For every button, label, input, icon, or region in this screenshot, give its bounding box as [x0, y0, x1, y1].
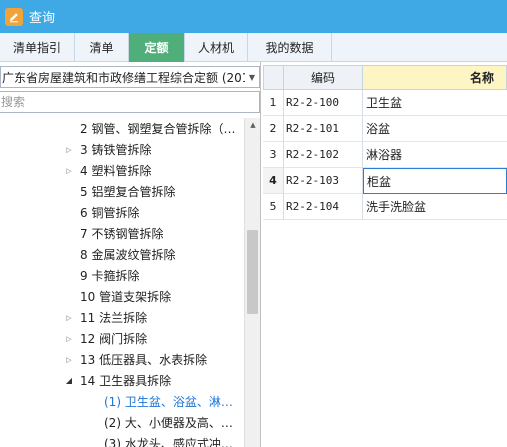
scroll-up-icon[interactable]: ▲ [245, 118, 261, 132]
cell-name[interactable]: 洗手洗脸盆 [363, 194, 507, 220]
tree-item[interactable]: 2 钢管、钢塑复合管拆除（… [0, 118, 244, 139]
table-row-current[interactable]: 4 R2-2-103 柜盆 [263, 168, 507, 194]
tree-scrollbar[interactable]: ▲ [244, 118, 260, 447]
tree-item[interactable]: 10 管道支架拆除 [0, 286, 244, 307]
tab-labor-material-machine[interactable]: 人材机 [185, 33, 248, 62]
scrollbar-thumb[interactable] [247, 230, 258, 314]
cell-name[interactable]: 卫生盆 [363, 90, 507, 116]
expand-arrow-icon[interactable]: ▷ [64, 307, 74, 328]
chapter-tree: 2 钢管、钢塑复合管拆除（… ▷ 3 铸铁管拆除 ▷ 4 塑料管拆除 5 铝塑复… [0, 118, 244, 447]
expand-arrow-icon[interactable]: ▷ [64, 349, 74, 370]
row-number[interactable]: 4 [263, 168, 284, 194]
table-row[interactable]: 3 R2-2-102 淋浴器 [263, 142, 507, 168]
tree-item-label: 8 金属波纹管拆除 [80, 248, 176, 262]
tree-item[interactable]: ▷ 3 铸铁管拆除 [0, 139, 244, 160]
tree-item[interactable]: (2) 大、小便器及高、… [0, 412, 244, 433]
cell-code[interactable]: R2-2-104 [284, 194, 363, 220]
tree-item[interactable]: ▷ 11 法兰拆除 [0, 307, 244, 328]
tree-item[interactable]: ▷ 4 塑料管拆除 [0, 160, 244, 181]
tree-item[interactable]: 6 铜管拆除 [0, 202, 244, 223]
tree-item-label: 7 不锈钢管拆除 [80, 227, 164, 241]
tree-item[interactable]: ▷ 12 阀门拆除 [0, 328, 244, 349]
tree-item-label: 12 阀门拆除 [80, 332, 148, 346]
cell-name-editing[interactable]: 柜盆 [363, 168, 507, 194]
tab-quota[interactable]: 定额 [129, 33, 185, 62]
tree-item-label: 14 卫生器具拆除 [80, 374, 172, 388]
cell-name[interactable]: 浴盆 [363, 116, 507, 142]
tree-item-label: 13 低压器具、水表拆除 [80, 353, 208, 367]
search-input[interactable] [0, 91, 260, 113]
tree-item-label: 6 铜管拆除 [80, 206, 140, 220]
quota-library-select[interactable]: 广东省房屋建筑和市政修缮工程综合定额 (201 ▼ [0, 66, 260, 88]
tree-item-selected[interactable]: (1) 卫生盆、浴盆、淋… [0, 391, 244, 412]
expand-arrow-icon[interactable]: ▷ [64, 328, 74, 349]
tree-item-label: 2 钢管、钢塑复合管拆除（… [80, 122, 236, 136]
tree-item-label: 5 铝塑复合管拆除 [80, 185, 176, 199]
tree-item-label: 4 塑料管拆除 [80, 164, 152, 178]
tab-bar: 清单指引 清单 定额 人材机 我的数据 [0, 33, 507, 62]
cell-code[interactable]: R2-2-100 [284, 90, 363, 116]
tree-item-label: 3 铸铁管拆除 [80, 143, 152, 157]
collapse-arrow-icon[interactable]: ◢ [64, 370, 74, 391]
column-header-code[interactable]: 编码 [284, 65, 363, 90]
tree-item-label: 10 管道支架拆除 [80, 290, 172, 304]
title-bar: 查询 [0, 0, 507, 33]
grid-corner-cell[interactable] [263, 65, 284, 90]
tree-item-label: (1) 卫生盆、浴盆、淋… [104, 395, 233, 409]
tree-item[interactable]: ◢ 14 卫生器具拆除 [0, 370, 244, 391]
tree-item[interactable]: 5 铝塑复合管拆除 [0, 181, 244, 202]
tab-my-data[interactable]: 我的数据 [248, 33, 332, 62]
row-number[interactable]: 3 [263, 142, 284, 168]
tree-item-label: (2) 大、小便器及高、… [104, 416, 233, 430]
expand-arrow-icon[interactable]: ▷ [64, 160, 74, 181]
tree-item[interactable]: 9 卡箍拆除 [0, 265, 244, 286]
tree-item[interactable]: (3) 水龙头、感应式冲… [0, 433, 244, 447]
quota-grid: 编码 名称 1 R2-2-100 卫生盆 2 R2-2-101 浴盆 3 R2-… [263, 62, 507, 447]
tree-item-label: (3) 水龙头、感应式冲… [104, 437, 233, 447]
table-row[interactable]: 5 R2-2-104 洗手洗脸盆 [263, 194, 507, 220]
cell-name[interactable]: 淋浴器 [363, 142, 507, 168]
row-number[interactable]: 2 [263, 116, 284, 142]
window-title: 查询 [29, 11, 56, 26]
table-row[interactable]: 2 R2-2-101 浴盆 [263, 116, 507, 142]
cell-code[interactable]: R2-2-101 [284, 116, 363, 142]
tree-item[interactable]: ▷ 13 低压器具、水表拆除 [0, 349, 244, 370]
tree-item-label: 11 法兰拆除 [80, 311, 148, 325]
left-panel: 广东省房屋建筑和市政修缮工程综合定额 (201 ▼ 2 钢管、钢塑复合管拆除（…… [0, 62, 261, 447]
grid-header: 编码 名称 [263, 65, 507, 90]
edit-icon [5, 7, 23, 26]
tab-bill[interactable]: 清单 [75, 33, 129, 62]
tab-list-guide[interactable]: 清单指引 [0, 33, 75, 62]
cell-code[interactable]: R2-2-102 [284, 142, 363, 168]
tree-item[interactable]: 7 不锈钢管拆除 [0, 223, 244, 244]
column-header-name[interactable]: 名称 [363, 65, 507, 90]
tree-item[interactable]: 8 金属波纹管拆除 [0, 244, 244, 265]
chevron-down-icon[interactable]: ▼ [245, 73, 259, 82]
expand-arrow-icon[interactable]: ▷ [64, 139, 74, 160]
quota-library-value: 广东省房屋建筑和市政修缮工程综合定额 (201 [2, 70, 245, 85]
row-number[interactable]: 5 [263, 194, 284, 220]
tree-item-label: 9 卡箍拆除 [80, 269, 140, 283]
cell-code[interactable]: R2-2-103 [284, 168, 363, 194]
row-number[interactable]: 1 [263, 90, 284, 116]
table-row[interactable]: 1 R2-2-100 卫生盆 [263, 90, 507, 116]
